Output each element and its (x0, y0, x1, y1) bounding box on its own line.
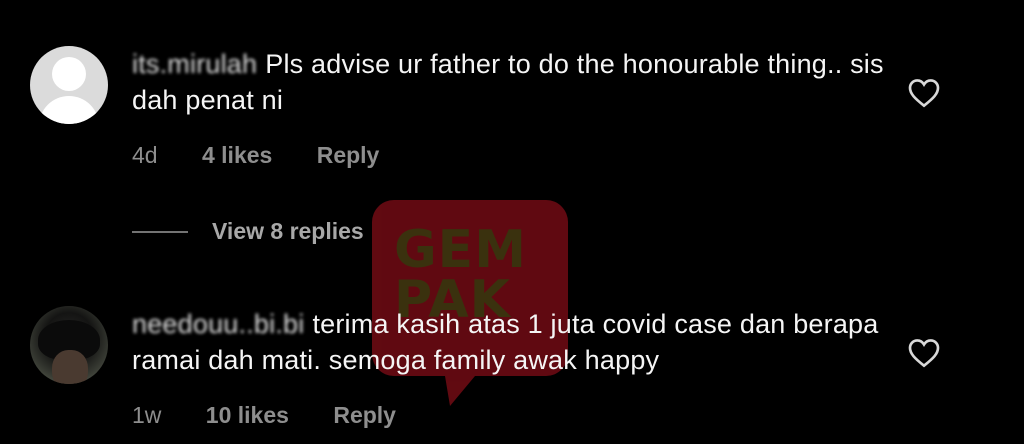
view-replies-label[interactable]: View 8 replies (212, 218, 364, 245)
comment-timestamp: 1w (132, 402, 162, 428)
comment-text-block: needouu..bi.bi terima kasih atas 1 juta c… (132, 306, 912, 378)
comment-timestamp: 4d (132, 142, 158, 168)
heart-outline-icon[interactable] (908, 338, 940, 368)
replies-divider-line (132, 230, 188, 233)
avatar[interactable] (30, 46, 108, 124)
comment-meta: 1w 10 likes Reply (132, 402, 912, 429)
heart-outline-icon[interactable] (908, 78, 940, 108)
comment-username[interactable]: needouu..bi.bi (132, 306, 304, 342)
view-replies-toggle[interactable]: View 8 replies (132, 218, 364, 245)
comment-likes-count[interactable]: 10 likes (206, 402, 289, 428)
reply-button[interactable]: Reply (317, 142, 380, 168)
avatar[interactable] (30, 306, 108, 384)
default-avatar-head-icon (52, 57, 86, 91)
comment-body: its.mirulah Pls advise ur father to do th… (132, 46, 912, 169)
comment-meta: 4d 4 likes Reply (132, 142, 912, 169)
default-avatar-body-icon (39, 96, 99, 124)
comment-likes-count[interactable]: 4 likes (202, 142, 272, 168)
comment-body: needouu..bi.bi terima kasih atas 1 juta c… (132, 306, 912, 429)
reply-button[interactable]: Reply (333, 402, 396, 428)
comment-username[interactable]: its.mirulah (132, 46, 257, 82)
watermark-text-line1: GEM (394, 220, 527, 280)
comment-text-block: its.mirulah Pls advise ur father to do th… (132, 46, 912, 118)
avatar-photo-face (52, 350, 88, 384)
